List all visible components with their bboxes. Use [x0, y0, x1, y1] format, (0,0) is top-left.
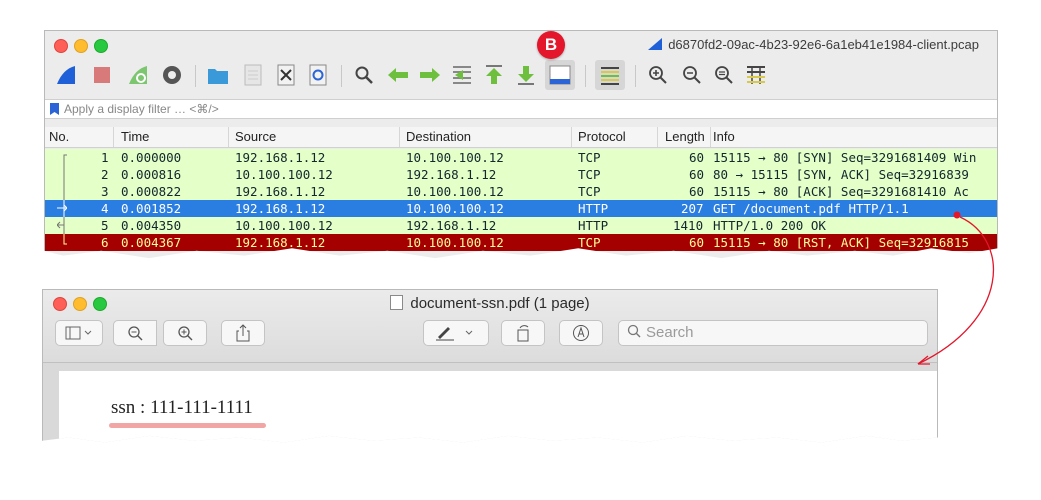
annotation-curve	[917, 216, 995, 365]
annotation-arrow	[917, 211, 995, 365]
annotation-dot	[953, 211, 961, 219]
annotation-arrowhead	[917, 355, 930, 365]
